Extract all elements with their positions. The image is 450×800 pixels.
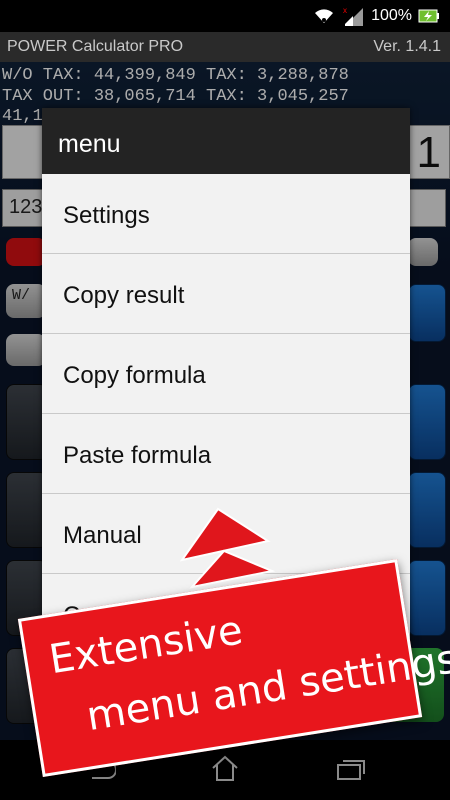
arrow-callout [180, 507, 275, 589]
status-bar: x 100% [0, 0, 450, 32]
menu-title: menu [42, 108, 410, 174]
app-version: Ver. 1.4.1 [373, 38, 441, 55]
home-icon[interactable] [210, 754, 240, 782]
menu-item-copy-result[interactable]: Copy result [42, 254, 410, 334]
battery-percent: 100% [371, 7, 412, 24]
signal-icon: x [343, 6, 364, 26]
battery-charging-icon [418, 9, 439, 23]
menu-item-copy-formula[interactable]: Copy formula [42, 334, 410, 414]
app-title: POWER Calculator PRO [7, 38, 184, 55]
recent-apps-icon[interactable] [334, 758, 366, 782]
wifi-icon [315, 9, 334, 23]
promo-line-1: Extensive [46, 607, 246, 684]
menu-item-paste-formula[interactable]: Paste formula [42, 414, 410, 494]
svg-text:x: x [343, 6, 347, 15]
app-title-bar: POWER Calculator PRO Ver. 1.4.1 [0, 32, 450, 62]
menu-item-settings[interactable]: Settings [42, 174, 410, 254]
status-icons: x 100% [313, 5, 440, 27]
